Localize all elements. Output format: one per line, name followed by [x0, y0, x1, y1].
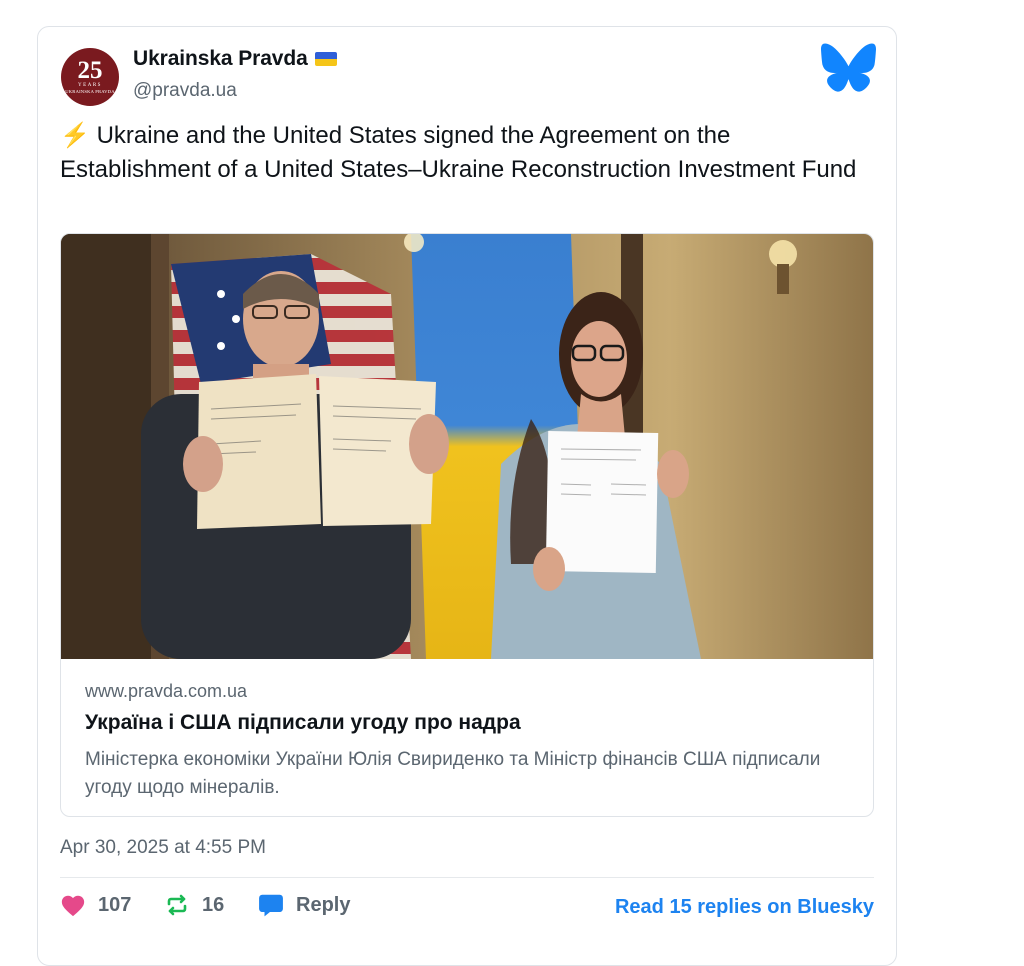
speech-bubble-icon: [259, 894, 283, 917]
lightning-icon: ⚡: [60, 122, 90, 149]
post-text-body: Ukraine and the United States signed the…: [60, 122, 857, 183]
read-replies-link[interactable]: Read 15 replies on Bluesky: [615, 896, 874, 919]
reply-button[interactable]: Reply: [258, 893, 350, 917]
ukraine-flag-icon: [314, 52, 337, 66]
post-timestamp[interactable]: Apr 30, 2025 at 4:55 PM: [60, 837, 266, 859]
repost-button[interactable]: 16: [164, 893, 224, 917]
avatar-brand: UKRAINSKA PRAVDA: [65, 89, 115, 94]
preview-photo[interactable]: [61, 234, 873, 659]
like-button[interactable]: 107: [60, 893, 131, 917]
bluesky-butterfly-icon[interactable]: [821, 43, 876, 93]
reply-label: Reply: [296, 893, 351, 916]
heart-icon: [61, 895, 85, 917]
avatar-years-label: YEARS: [78, 83, 102, 88]
bluesky-post-card[interactable]: 25 YEARS UKRAINSKA PRAVDA Ukrainska Prav…: [37, 26, 897, 966]
like-count: 107: [98, 893, 132, 916]
author-handle[interactable]: @pravda.ua: [133, 80, 237, 102]
repost-icon: [167, 894, 187, 916]
post-text: ⚡ Ukraine and the United States signed t…: [60, 119, 880, 187]
repost-count: 16: [202, 893, 225, 916]
avatar-number: 25: [77, 57, 103, 84]
preview-title: Україна і США підписали угоду про надра: [85, 711, 521, 734]
preview-domain: www.pravda.com.ua: [85, 681, 248, 701]
preview-description: Міністерка економіки України Юлія Свирид…: [85, 749, 821, 798]
link-preview-card[interactable]: www.pravda.com.ua Україна і США підписал…: [60, 233, 874, 817]
avatar[interactable]: 25 YEARS UKRAINSKA PRAVDA: [61, 48, 119, 106]
author-display-name[interactable]: Ukrainska Pravda: [133, 47, 308, 71]
post-actions: 107 16 Reply Read 15 replies on Bluesky: [60, 893, 874, 923]
divider: [60, 877, 874, 878]
author-name-row[interactable]: Ukrainska Pravda: [133, 47, 337, 71]
